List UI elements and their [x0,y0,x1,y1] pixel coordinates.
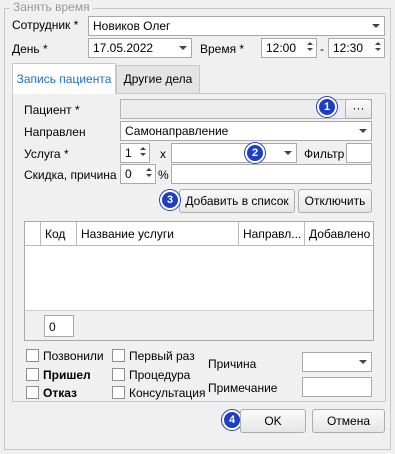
ok-button[interactable]: OK [240,409,306,433]
referral-label: Направлен [24,125,86,139]
day-date-picker[interactable]: 17.05.2022 [88,38,192,58]
service-quantity-stepper[interactable]: 1 [120,143,150,163]
time-label: Время * [200,42,245,56]
referral-value: Самонаправление [125,124,229,138]
row-count-value: 0 [49,320,56,334]
note-label: Примечание [208,381,278,395]
consultation-checkbox[interactable] [112,386,125,399]
cancel-button[interactable]: Отмена [312,409,385,433]
discount-value: 0 [125,167,132,181]
consultation-label: Консультация [129,386,206,400]
services-table[interactable]: Код Название услуги Направл... Добавлено… [24,221,374,341]
group-title: Занять время [10,0,93,14]
procedure-label: Процедура [129,368,191,382]
service-qty-value: 1 [125,146,132,160]
add-to-list-button[interactable]: Добавить в список [179,189,295,213]
badge-3: 3 [160,190,180,210]
chevron-down-icon [179,46,187,50]
badge-2: 2 [245,143,265,163]
procedure-checkbox[interactable] [112,368,125,381]
chevron-down-icon [359,129,367,133]
refusal-label: Отказ [43,386,78,400]
service-select[interactable] [171,143,297,163]
refusal-checkbox[interactable] [26,386,39,399]
referral-select[interactable]: Самонаправление [120,121,372,141]
badge-1: 1 [317,97,337,117]
column-header-indicator[interactable] [25,222,41,246]
time-to-value: 12:30 [333,41,364,55]
first-time-checkbox[interactable] [112,349,125,362]
discount-spinner[interactable] [143,166,154,182]
filter-label: Фильтр [304,147,345,161]
chevron-down-icon [284,151,292,155]
time-to-spinner[interactable] [372,40,383,56]
first-time-label: Первый раз [129,349,195,363]
came-label: Пришел [43,368,91,382]
service-label: Услуга * [24,147,69,161]
chevron-down-icon [359,360,367,364]
discount-stepper[interactable]: 0 [120,164,156,184]
called-label: Позвонили [43,349,104,363]
badge-4: 4 [222,410,242,430]
reason-label: Причина [208,357,257,371]
column-header-referral[interactable]: Направл... [239,222,305,246]
employee-value: Новиков Олег [93,19,171,33]
column-header-added[interactable]: Добавлено [305,222,373,246]
came-checkbox[interactable] [26,368,39,381]
time-from-spinner[interactable] [304,40,315,56]
filter-input[interactable] [346,143,372,163]
discount-label: Скидка, причина [24,168,117,182]
called-checkbox[interactable] [26,349,39,362]
table-header: Код Название услуги Направл... Добавлено [25,222,373,246]
disable-button[interactable]: Отключить [298,189,372,213]
tab-patient-record[interactable]: Запись пациента [12,63,116,94]
column-header-code[interactable]: Код [41,222,77,246]
day-value: 17.05.2022 [93,41,154,55]
table-footer: 0 [25,310,373,340]
discount-percent-label: % [158,168,169,182]
time-separator: - [320,42,324,56]
time-from-value: 12:00 [266,41,297,55]
discount-reason-input[interactable] [171,164,372,184]
employee-select[interactable]: Новиков Олег [88,16,385,36]
service-qty-spinner[interactable] [137,145,148,161]
employee-label: Сотрудник * [12,18,79,32]
chevron-down-icon [372,24,380,28]
row-count-field: 0 [44,315,74,337]
tab-other-tasks[interactable]: Другие дела [116,65,200,93]
day-label: День * [12,42,48,56]
time-to-field[interactable]: 12:30 [328,38,385,58]
reason-select[interactable] [302,352,372,372]
patient-browse-button[interactable]: ··· [345,99,372,119]
note-input[interactable] [302,377,372,397]
service-multiply-label: x [160,147,166,161]
column-header-service-name[interactable]: Название услуги [77,222,239,246]
patient-label: Пациент * [24,103,80,117]
time-from-field[interactable]: 12:00 [261,38,317,58]
